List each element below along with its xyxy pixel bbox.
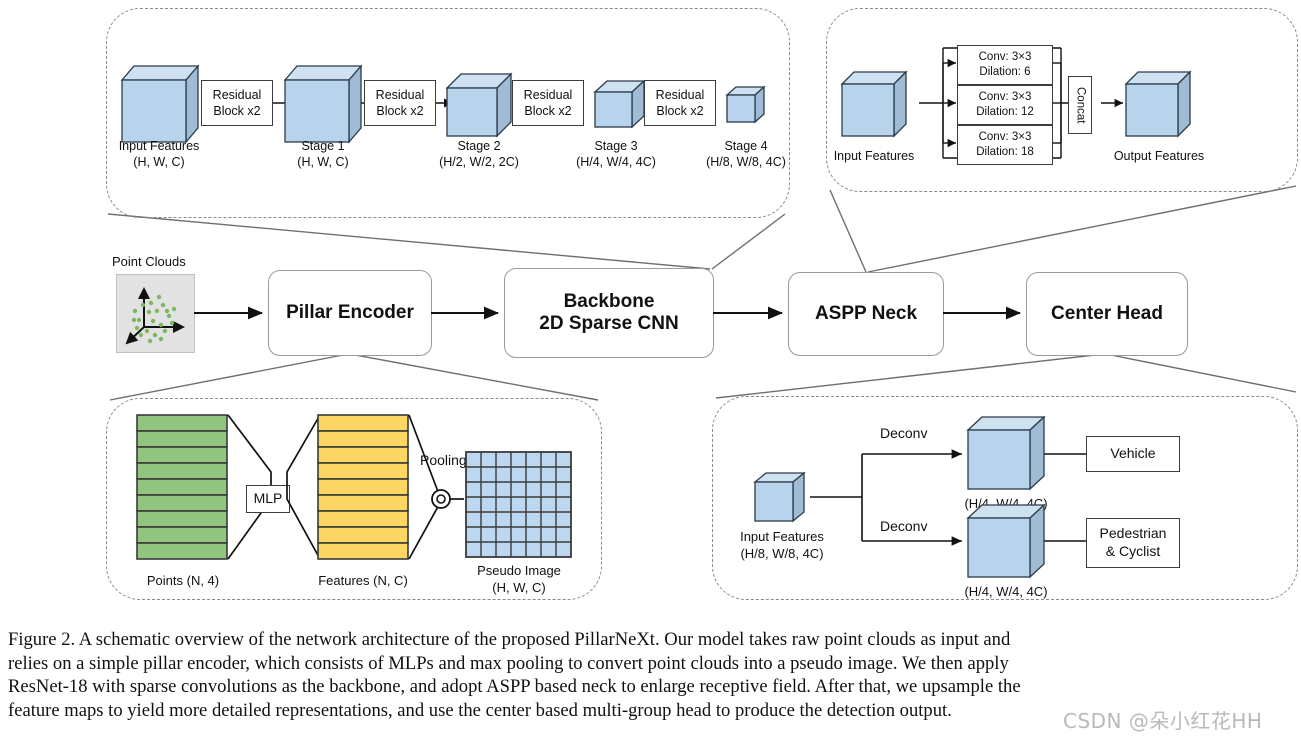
pipeline-stage-backbone[interactable]: Backbone 2D Sparse CNN	[504, 268, 714, 358]
caption-line-1: relies on a simple pillar encoder, which…	[8, 652, 1009, 674]
head-branch-top-shape: (H/4, W/4, 4C)	[964, 496, 1048, 511]
pipeline-stage-pillar-encoder[interactable]: Pillar Encoder	[268, 270, 432, 356]
pooling-label: Pooling	[420, 452, 467, 468]
residual-block-4: Residual Block x2	[644, 80, 716, 126]
tensor-caption-1: Stage 1 (H, W, C)	[297, 139, 349, 170]
tensor-caption-0: Input Features (H, W, C)	[118, 139, 200, 170]
aspp-output-label: Output Features	[1113, 149, 1205, 163]
points-label: Points (N, 4)	[146, 573, 220, 588]
caption-line-0: Figure 2. A schematic overview of the ne…	[8, 629, 1011, 650]
pseudo-image-label: Pseudo Image (H, W, C)	[477, 563, 561, 596]
head-output-vehicle: Vehicle	[1086, 436, 1180, 472]
tensor-caption-2: Stage 2 (H/2, W/2, 2C)	[439, 139, 519, 170]
residual-block-2: Residual Block x2	[364, 80, 436, 126]
aspp-branch-0: Conv: 3×3 Dilation: 6	[957, 45, 1053, 85]
watermark-text: CSDN @朵小红花HH	[1063, 709, 1263, 733]
deconv-label-bottom: Deconv	[880, 518, 928, 534]
tensor-caption-4: Stage 4 (H/8, W/8, 4C)	[706, 139, 786, 170]
deconv-label-top: Deconv	[880, 425, 928, 441]
head-branch-bottom-shape: (H/4, W/4, 4C)	[964, 584, 1048, 599]
pipeline-stage-aspp-neck[interactable]: ASPP Neck	[788, 272, 944, 356]
features-label: Features (N, C)	[318, 573, 408, 588]
aspp-branch-1: Conv: 3×3 Dilation: 12	[957, 85, 1053, 125]
point-cloud-icon	[116, 274, 195, 353]
aspp-concat-box: Concat	[1068, 76, 1092, 134]
caption-line-2: ResNet-18 with sparse convolutions as th…	[8, 676, 1021, 698]
point-clouds-label: Point Clouds	[112, 254, 186, 269]
aspp-input-label: Input Features	[833, 149, 915, 163]
head-input-label: Input Features (H/8, W/8, 4C)	[740, 529, 824, 562]
residual-block-1: Residual Block x2	[201, 80, 273, 126]
residual-block-3: Residual Block x2	[512, 80, 584, 126]
aspp-branch-2: Conv: 3×3 Dilation: 18	[957, 125, 1053, 165]
tensor-caption-3: Stage 3 (H/4, W/4, 4C)	[576, 139, 656, 170]
head-output-pedestrian-cyclist: Pedestrian & Cyclist	[1086, 518, 1180, 568]
pipeline-stage-center-head[interactable]: Center Head	[1026, 272, 1188, 356]
aspp-detail-panel	[826, 8, 1298, 192]
mlp-box: MLP	[246, 485, 290, 513]
